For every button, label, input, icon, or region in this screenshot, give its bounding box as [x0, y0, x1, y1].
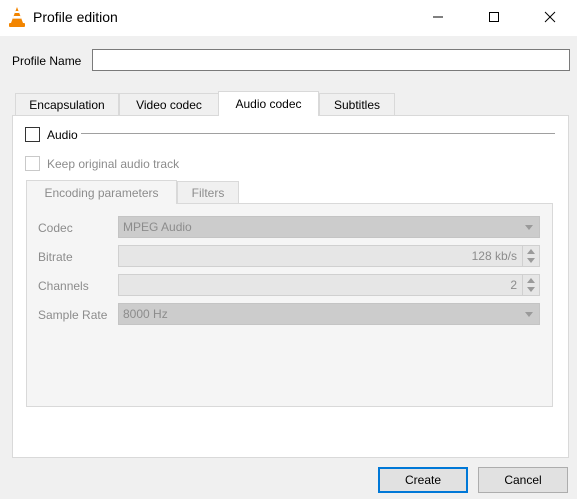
audio-checkbox[interactable] [25, 127, 40, 142]
maximize-button[interactable] [471, 0, 517, 34]
maximize-icon [489, 12, 499, 22]
tab-label: Filters [191, 185, 225, 200]
close-button[interactable] [527, 0, 573, 34]
spin-down-icon [527, 287, 535, 292]
tab-video-codec[interactable]: Video codec [119, 93, 219, 115]
chevron-down-icon [525, 312, 533, 317]
bitrate-stepper[interactable] [522, 246, 539, 266]
channels-label: Channels [38, 279, 89, 293]
sample-rate-select[interactable]: 8000 Hz [118, 303, 540, 325]
keep-original-audio-label: Keep original audio track [47, 157, 180, 171]
spin-up-icon [527, 278, 535, 283]
vlc-cone-icon [9, 7, 25, 27]
tab-label: Audio codec [235, 97, 302, 111]
group-divider [81, 133, 555, 134]
cancel-button[interactable]: Cancel [478, 467, 568, 493]
bitrate-spinbox[interactable]: 128 kb/s [118, 245, 540, 267]
sample-rate-label: Sample Rate [38, 308, 108, 322]
spin-down-icon [527, 258, 535, 263]
tab-label: Encapsulation [29, 97, 105, 112]
keep-original-audio-checkbox[interactable] [25, 156, 40, 171]
profile-name-input[interactable] [92, 49, 570, 71]
bitrate-value: 128 kb/s [471, 249, 517, 263]
tab-label: Video codec [136, 97, 202, 112]
minimize-icon [433, 16, 443, 18]
channels-stepper[interactable] [522, 275, 539, 295]
tab-filters[interactable]: Filters [177, 181, 239, 203]
channels-value: 2 [510, 278, 517, 292]
window-title: Profile edition [33, 9, 118, 25]
tab-encoding-parameters[interactable]: Encoding parameters [26, 180, 177, 204]
codec-select[interactable]: MPEG Audio [118, 216, 540, 238]
codec-label: Codec [38, 221, 73, 235]
create-button[interactable]: Create [378, 467, 468, 493]
title-bar: Profile edition [0, 0, 577, 36]
audio-label: Audio [47, 128, 78, 142]
close-icon [544, 11, 556, 23]
profile-name-label: Profile Name [12, 54, 82, 68]
chevron-down-icon [525, 225, 533, 230]
sample-rate-value: 8000 Hz [123, 307, 168, 321]
minimize-button[interactable] [415, 0, 461, 34]
bitrate-label: Bitrate [38, 250, 73, 264]
channels-spinbox[interactable]: 2 [118, 274, 540, 296]
tab-subtitles[interactable]: Subtitles [319, 93, 395, 115]
tab-label: Subtitles [333, 97, 381, 112]
tab-label: Encoding parameters [44, 185, 159, 200]
spin-up-icon [527, 249, 535, 254]
codec-value: MPEG Audio [123, 220, 192, 234]
tab-encapsulation[interactable]: Encapsulation [15, 93, 119, 115]
tab-audio-codec[interactable]: Audio codec [218, 91, 319, 116]
